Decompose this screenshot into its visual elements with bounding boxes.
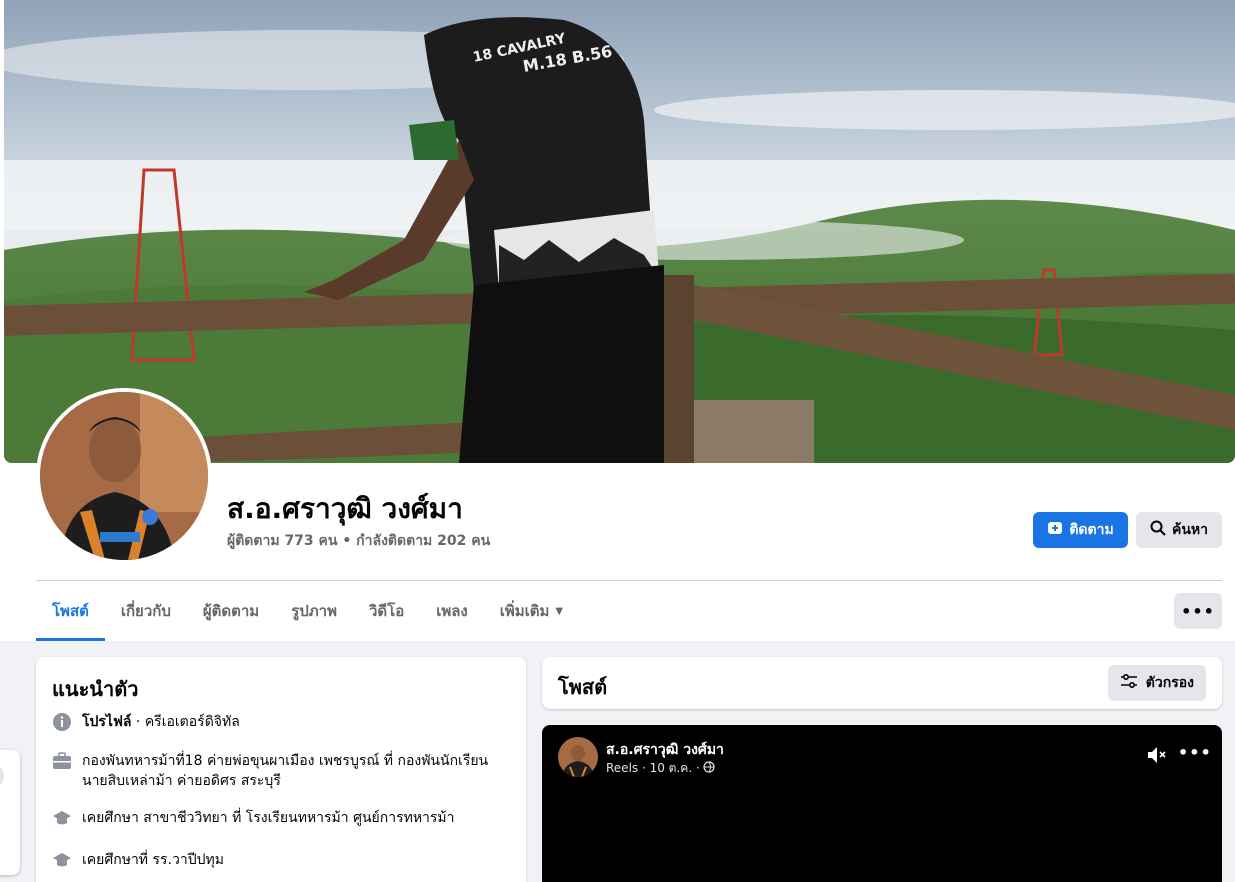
intro-school-text: เคยศึกษาที่ รร.วาปีปทุม (82, 852, 224, 868)
more-options-button[interactable]: ••• (1174, 593, 1222, 629)
mute-icon[interactable] (1146, 745, 1168, 765)
intro-item-education: เคยศึกษา สาขาชีววิทยา ที่ โรงเรียนทหารม้… (52, 808, 512, 828)
intro-profile-label: โปรไฟล์ (82, 714, 132, 730)
follow-label: ติดตาม (1069, 522, 1114, 538)
posts-header-card: โพสต์ ตัวกรอง (542, 657, 1222, 709)
tab-label: เพิ่มเติม (499, 602, 550, 620)
search-label: ค้นหา (1171, 522, 1209, 538)
intro-education-text: เคยศึกษา สาขาชีววิทยา ที่ โรงเรียนทหารม้… (82, 810, 455, 826)
side-panel-item[interactable] (0, 766, 4, 786)
profile-name: ส.อ.ศราวุฒิ วงศ์มา (227, 492, 463, 525)
tab-label: เพลง (436, 602, 468, 620)
tab-more[interactable]: เพิ่มเติม ▼ (484, 581, 579, 641)
profile-avatar[interactable] (36, 388, 212, 564)
intro-item-profile: โปรไฟล์ · ครีเอเตอร์ดิจิทัล (52, 712, 512, 732)
graduation-cap-icon (52, 808, 72, 828)
follow-button[interactable]: ติดตาม (1033, 512, 1128, 548)
tab-about[interactable]: เกี่ยวกับ (105, 581, 187, 641)
follow-icon (1047, 520, 1063, 540)
intro-item-school: เคยศึกษาที่ รร.วาปีปทุม (52, 850, 512, 870)
filter-label: ตัวกรอง (1145, 675, 1194, 691)
tab-photos[interactable]: รูปภาพ (275, 581, 353, 641)
tab-label: ผู้ติดตาม (202, 602, 260, 620)
search-button[interactable]: ค้นหา (1136, 512, 1222, 548)
reel-more-options[interactable]: ••• (1178, 743, 1212, 762)
reel-post[interactable]: ส.อ.ศราวุฒิ วงศ์มา Reels · 10 ต.ค. · ••• (542, 725, 1222, 882)
intro-title: แนะนำตัว (52, 677, 139, 701)
intro-card: แนะนำตัว โปรไฟล์ · ครีเอเตอร์ดิจิทัล กอง… (36, 657, 526, 882)
search-icon (1150, 520, 1166, 540)
followers-count[interactable]: ผู้ติดตาม 773 คน • กำลังติดตาม 202 คน (227, 530, 490, 552)
tab-label: เกี่ยวกับ (120, 602, 171, 620)
cover-photo[interactable]: 18 CAVALRY M.18 B.56 (4, 0, 1235, 463)
profile-tabs: โพสต์ เกี่ยวกับ ผู้ติดตาม รูปภาพ วิดีโอ … (36, 581, 579, 641)
intro-profile-category: · ครีเอเตอร์ดิจิทัล (131, 714, 240, 730)
info-icon (52, 712, 72, 732)
tab-label: โพสต์ (52, 602, 89, 620)
posts-title: โพสต์ (558, 675, 608, 699)
reel-author-name[interactable]: ส.อ.ศราวุฒิ วงศ์มา (606, 739, 724, 761)
tab-music[interactable]: เพลง (420, 581, 484, 641)
briefcase-icon (52, 751, 72, 771)
side-panel (0, 750, 20, 875)
reel-meta: Reels · 10 ต.ค. · (606, 759, 715, 778)
tab-label: รูปภาพ (291, 602, 337, 620)
reel-meta-text: Reels · 10 ต.ค. · (606, 761, 700, 775)
intro-work-text: กองพันทหารม้าที่18 ค่ายพ่อขุนผาเมือง เพช… (82, 753, 489, 789)
filter-button[interactable]: ตัวกรอง (1107, 665, 1206, 701)
graduation-cap-icon (52, 850, 72, 870)
intro-item-work: กองพันทหารม้าที่18 ค่ายพ่อขุนผาเมือง เพช… (52, 751, 512, 791)
caret-down-icon: ▼ (555, 605, 564, 617)
tab-label: วิดีโอ (368, 602, 405, 620)
globe-icon (703, 761, 715, 776)
reel-author-avatar[interactable] (558, 737, 598, 777)
tab-videos[interactable]: วิดีโอ (353, 581, 420, 641)
tab-followers[interactable]: ผู้ติดตาม (187, 581, 275, 641)
tab-posts[interactable]: โพสต์ (36, 581, 105, 641)
filter-icon (1120, 673, 1138, 693)
